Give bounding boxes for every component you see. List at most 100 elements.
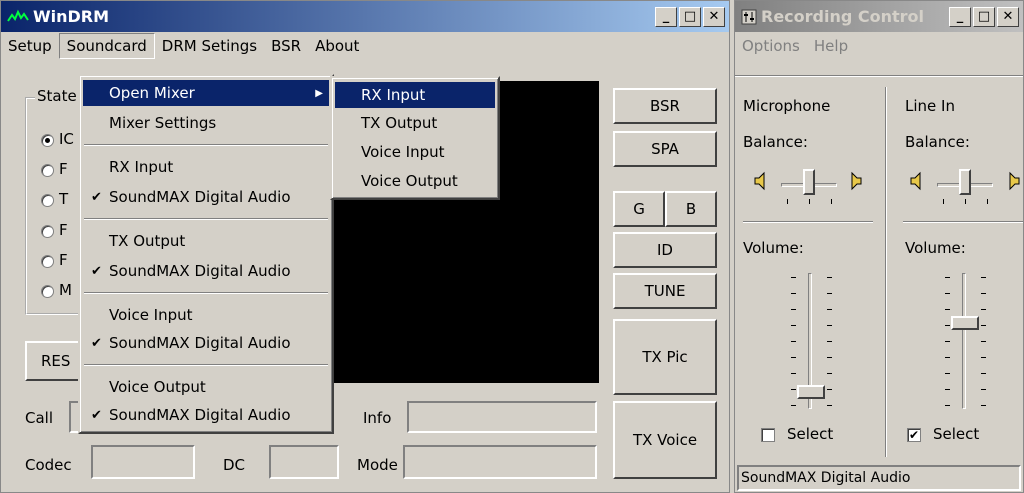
menu-about[interactable]: About — [308, 34, 366, 58]
dc-label: DC — [223, 456, 246, 474]
info-field[interactable] — [407, 401, 597, 433]
microphone-divider — [743, 221, 873, 223]
state-radio-5[interactable] — [41, 255, 54, 268]
tune-button[interactable]: TUNE — [613, 273, 717, 309]
state-radio-2[interactable] — [41, 164, 54, 177]
menu-item-open-mixer[interactable]: Open Mixer ▶ — [83, 80, 329, 106]
microphone-volume-slider[interactable] — [787, 273, 835, 409]
menu-setup[interactable]: Setup — [1, 34, 59, 58]
slider-tick — [945, 309, 950, 310]
menu-item-voice-input-device[interactable]: ✔ SoundMAX Digital Audio — [83, 330, 329, 356]
microphone-volume-thumb[interactable] — [797, 385, 825, 399]
menu-item-mixer-settings[interactable]: Mixer Settings — [83, 110, 329, 136]
codec-field[interactable] — [91, 445, 195, 479]
windrm-app-icon — [7, 9, 29, 25]
menu-help[interactable]: Help — [807, 34, 855, 58]
slider-tick — [791, 277, 796, 278]
g-button[interactable]: G — [613, 191, 665, 227]
menu-bsr[interactable]: BSR — [264, 34, 308, 58]
menu-options[interactable]: Options — [735, 34, 807, 58]
tx-voice-button[interactable]: TX Voice — [613, 401, 717, 479]
state-radio-3[interactable] — [41, 194, 54, 207]
slider-tick — [981, 277, 986, 278]
close-icon[interactable]: ✕ — [703, 6, 725, 27]
submenu-item-voice-input[interactable]: Voice Input — [335, 139, 495, 165]
status-bar: SoundMAX Digital Audio — [737, 465, 1021, 491]
menu-item-voice-input-label: Voice Input — [109, 306, 193, 324]
maximize-icon[interactable]: □ — [679, 6, 701, 27]
menu-item-tx-device[interactable]: ✔ SoundMAX Digital Audio — [83, 258, 329, 284]
slider-tick — [827, 357, 832, 358]
line-in-volume-thumb[interactable] — [951, 316, 979, 330]
status-text: SoundMAX Digital Audio — [741, 470, 911, 486]
line-in-balance-thumb[interactable] — [959, 169, 971, 195]
b-button[interactable]: B — [665, 191, 717, 227]
line-in-balance-slider[interactable] — [937, 167, 993, 207]
state-radio-6[interactable] — [41, 285, 54, 298]
bsr-button[interactable]: BSR — [613, 88, 717, 124]
recording-menubar: Options Help — [735, 32, 1023, 60]
menu-item-tx-output[interactable]: TX Output — [83, 228, 329, 254]
menu-item-rx-input-label: RX Input — [109, 158, 174, 176]
line-in-volume-label: Volume: — [905, 239, 966, 257]
menu-soundcard[interactable]: Soundcard — [58, 33, 155, 59]
spa-button[interactable]: SPA — [613, 131, 717, 167]
line-in-select-checkbox[interactable]: ✔ — [907, 428, 921, 442]
menu-item-voice-input-device-label: SoundMAX Digital Audio — [109, 334, 291, 352]
slider-tick — [981, 405, 986, 406]
menu-item-tx-output-label: TX Output — [109, 232, 186, 250]
submenu-item-voice-input-label: Voice Input — [361, 143, 445, 161]
minimize-icon[interactable]: _ — [949, 6, 971, 27]
menu-item-voice-input[interactable]: Voice Input — [83, 302, 329, 328]
id-button[interactable]: ID — [613, 232, 717, 268]
menu-drm-settings[interactable]: DRM Setings — [155, 34, 264, 58]
slider-tick — [827, 389, 832, 390]
info-label: Info — [363, 409, 392, 427]
state-radio-3-label: T — [59, 190, 69, 208]
menu-item-voice-output[interactable]: Voice Output — [83, 374, 329, 400]
slider-tick — [791, 325, 796, 326]
slider-tick — [791, 309, 796, 310]
windrm-titlebar[interactable]: WinDRM _ □ ✕ — [1, 1, 729, 32]
submenu-item-voice-output[interactable]: Voice Output — [335, 168, 495, 194]
windrm-menubar: Setup Soundcard DRM Setings BSR About — [1, 32, 729, 60]
slider-tick — [945, 357, 950, 358]
slider-tick — [791, 357, 796, 358]
submenu-item-tx-output[interactable]: TX Output — [335, 110, 495, 136]
line-in-volume-slider[interactable] — [941, 273, 989, 409]
microphone-channel-name: Microphone — [743, 97, 831, 115]
recording-titlebar[interactable]: Recording Control _ □ ✕ — [735, 1, 1023, 32]
maximize-icon[interactable]: □ — [973, 6, 995, 27]
slider-tick — [945, 389, 950, 390]
minimize-icon[interactable]: _ — [655, 6, 677, 27]
menu-item-voice-output-device[interactable]: ✔ SoundMAX Digital Audio — [83, 402, 329, 428]
close-icon[interactable]: ✕ — [997, 6, 1019, 27]
menu-item-voice-output-label: Voice Output — [109, 378, 206, 396]
mode-label: Mode — [357, 456, 398, 474]
state-radio-4[interactable] — [41, 225, 54, 238]
checkmark-icon: ✔ — [91, 407, 102, 423]
microphone-balance-label: Balance: — [743, 133, 808, 151]
microphone-balance-thumb[interactable] — [803, 169, 815, 195]
speaker-left-icon — [753, 171, 769, 195]
submenu-item-rx-input[interactable]: RX Input — [335, 82, 495, 108]
slider-tick — [827, 325, 832, 326]
state-radio-5-label: F — [59, 251, 68, 269]
state-radio-1[interactable] — [41, 134, 54, 147]
line-in-balance-label: Balance: — [905, 133, 970, 151]
dc-field[interactable] — [269, 445, 339, 479]
microphone-balance-slider[interactable] — [781, 167, 837, 207]
slider-tick — [981, 309, 986, 310]
menu-item-rx-device-label: SoundMAX Digital Audio — [109, 188, 291, 206]
slider-tick — [827, 341, 832, 342]
slider-tick — [981, 357, 986, 358]
microphone-select-checkbox[interactable] — [761, 428, 775, 442]
state-radio-1-label: IC — [59, 130, 74, 148]
tx-pic-button[interactable]: TX Pic — [613, 319, 717, 395]
menu-item-rx-input[interactable]: RX Input — [83, 154, 329, 180]
menu-separator — [84, 218, 328, 220]
microphone-volume-label: Volume: — [743, 239, 804, 257]
mode-field[interactable] — [403, 445, 597, 479]
menu-item-rx-device[interactable]: ✔ SoundMAX Digital Audio — [83, 184, 329, 210]
checkmark-icon: ✔ — [91, 335, 102, 351]
